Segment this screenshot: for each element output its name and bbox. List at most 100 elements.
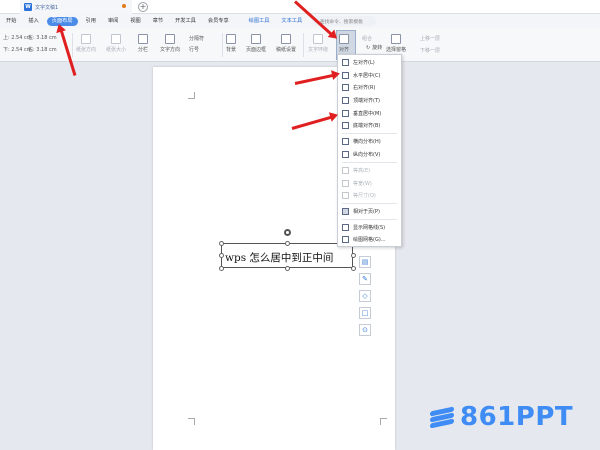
background-icon — [226, 34, 236, 44]
menu-item-label: 底端对齐(B) — [353, 123, 381, 129]
move-down-button[interactable]: 下移一层 — [420, 47, 440, 54]
menu-item-same-size[interactable]: 等尺寸(Q) — [338, 190, 401, 201]
menu-item-align-bottom[interactable]: 底端对齐(B) — [338, 120, 401, 131]
columns-button[interactable]: 分栏 — [138, 34, 148, 53]
margin-left-value: 3.18 cm — [36, 35, 57, 41]
menu-item-distribute-horizontal[interactable]: 横向分布(H) — [338, 136, 401, 147]
resize-handle[interactable] — [285, 266, 290, 271]
rotate-handle-icon[interactable] — [284, 229, 291, 236]
align-right-icon — [342, 84, 349, 91]
margin-right-field[interactable]: 右: 3.18 cm — [28, 46, 57, 53]
page-border-label: 页面边框 — [246, 47, 267, 53]
move-up-button[interactable]: 上移一层 — [420, 35, 440, 42]
page-border-icon — [251, 34, 261, 44]
margin-left-field[interactable]: 左: 3.18 cm — [28, 34, 57, 41]
distribute-horizontal-icon — [342, 138, 349, 145]
menu-item-align-left[interactable]: 左对齐(L) — [338, 57, 401, 68]
selection-pane-button[interactable]: 选择窗格 — [386, 34, 406, 53]
paper-size-button[interactable]: 纸张大小 — [106, 34, 126, 53]
line-number-button[interactable]: 行号 — [189, 46, 199, 53]
menu-item-label: 顶端对齐(T) — [353, 98, 380, 104]
align-middle-icon — [342, 110, 349, 117]
text-box[interactable]: wps 怎么居中到正中间 — [221, 243, 353, 268]
menu-item-label: 右对齐(R) — [353, 85, 376, 91]
watermark-logo: 861PPT — [430, 402, 573, 432]
menu-item-same-height[interactable]: 等高(E) — [338, 165, 401, 176]
align-button-content: 对齐 — [339, 34, 349, 53]
page-corner-mark — [380, 418, 387, 425]
resize-handle[interactable] — [285, 241, 290, 246]
same-height-icon — [342, 167, 349, 174]
menu-item-relative-to-page[interactable]: 相对于页(P) — [338, 206, 401, 217]
draft-icon — [281, 34, 291, 44]
menu-divider — [342, 203, 397, 204]
margin-right-label: 右: — [28, 47, 35, 53]
resize-handle[interactable] — [351, 253, 356, 258]
document-tab[interactable]: W 文字文稿1 — [20, 0, 132, 14]
resize-handle[interactable] — [351, 266, 356, 271]
align-label: 对齐 — [339, 47, 350, 53]
combine-label: 组合 — [362, 36, 373, 42]
text-direction-button[interactable]: 文字方向 — [160, 34, 180, 53]
line-number-label: 行号 — [189, 47, 200, 53]
text-direction-icon — [165, 34, 175, 44]
tab-developer[interactable]: 开发工具 — [169, 14, 202, 28]
separator-label: 分隔符 — [189, 36, 205, 42]
paper-direction-button[interactable]: 纸张方向 — [76, 34, 96, 53]
ribbon-tabs: 开始 插入 页面布局 引用 审阅 视图 章节 开发工具 会员专享 绘图工具 文本… — [0, 14, 600, 28]
page-corner-mark — [188, 418, 195, 425]
paper-direction-icon — [81, 34, 91, 44]
rotate-button[interactable]: ↻ 旋转 — [366, 44, 382, 52]
text-box-content[interactable]: wps 怎么居中到正中间 — [225, 250, 333, 265]
menu-item-label: 左对齐(L) — [353, 60, 375, 66]
menu-item-same-width[interactable]: 等宽(W) — [338, 178, 401, 189]
text-direction-label: 文字方向 — [160, 47, 181, 53]
document-tab-title: 文字文稿1 — [35, 4, 59, 11]
align-left-icon — [342, 59, 349, 66]
drawing-grid-icon — [342, 236, 349, 243]
edit-pen-icon[interactable]: ✎ — [359, 273, 371, 285]
menu-item-drawing-grid[interactable]: 绘图网格(G)... — [338, 234, 401, 245]
resize-handle[interactable] — [219, 241, 224, 246]
tab-member[interactable]: 会员专享 — [202, 14, 235, 28]
distribute-vertical-icon — [342, 151, 349, 158]
tab-references[interactable]: 引用 — [80, 14, 102, 28]
move-up-label: 上移一层 — [420, 36, 441, 42]
tab-review[interactable]: 审阅 — [102, 14, 124, 28]
resize-handle[interactable] — [219, 266, 224, 271]
menu-item-align-top[interactable]: 顶端对齐(T) — [338, 95, 401, 106]
combine-button[interactable]: 组合 — [362, 35, 372, 42]
outline-icon[interactable]: □ — [359, 307, 371, 319]
paper-size-label: 纸张大小 — [106, 47, 127, 53]
tab-chapter[interactable]: 章节 — [147, 14, 169, 28]
text-wrap-label: 文字环绕 — [308, 47, 329, 53]
logo-layers-icon — [430, 406, 454, 429]
background-button[interactable]: 背景 — [226, 34, 236, 53]
tab-home[interactable]: 开始 — [0, 14, 22, 28]
tab-insert[interactable]: 插入 — [22, 14, 44, 28]
menu-item-label: 水平居中(C) — [353, 73, 381, 79]
floating-tool-bar: ▤ ✎ ◇ □ ⊙ — [359, 256, 373, 341]
menu-item-distribute-vertical[interactable]: 纵向分布(V) — [338, 149, 401, 160]
draft-settings-button[interactable]: 稿纸设置 — [276, 34, 296, 53]
menu-item-show-gridlines[interactable]: 显示网格线(S) — [338, 222, 401, 233]
margin-left-label: 左: — [28, 35, 35, 41]
text-wrap-button[interactable]: 文字环绕 — [308, 34, 328, 53]
location-icon[interactable]: ⊙ — [359, 324, 371, 336]
menu-item-align-middle[interactable]: 垂直居中(M) — [338, 108, 401, 119]
menu-item-label: 相对于页(P) — [353, 209, 380, 215]
fill-icon[interactable]: ◇ — [359, 290, 371, 302]
layout-options-icon[interactable]: ▤ — [359, 256, 371, 268]
tab-text-tools[interactable]: 文本工具 — [275, 14, 308, 28]
menu-item-align-center[interactable]: 水平居中(C) — [338, 70, 401, 81]
new-tab-button[interactable]: + — [138, 2, 148, 12]
tab-view[interactable]: 视图 — [124, 14, 146, 28]
resize-handle[interactable] — [219, 253, 224, 258]
separator-button[interactable]: 分隔符 — [189, 35, 204, 42]
margin-bottom-label: 下: — [3, 47, 10, 53]
menu-item-label: 垂直居中(M) — [353, 111, 382, 117]
tab-drawing-tools[interactable]: 绘图工具 — [243, 14, 276, 28]
menu-item-align-right[interactable]: 右对齐(R) — [338, 82, 401, 93]
margin-right-value: 3.18 cm — [36, 47, 57, 53]
page-border-button[interactable]: 页面边框 — [246, 34, 266, 53]
